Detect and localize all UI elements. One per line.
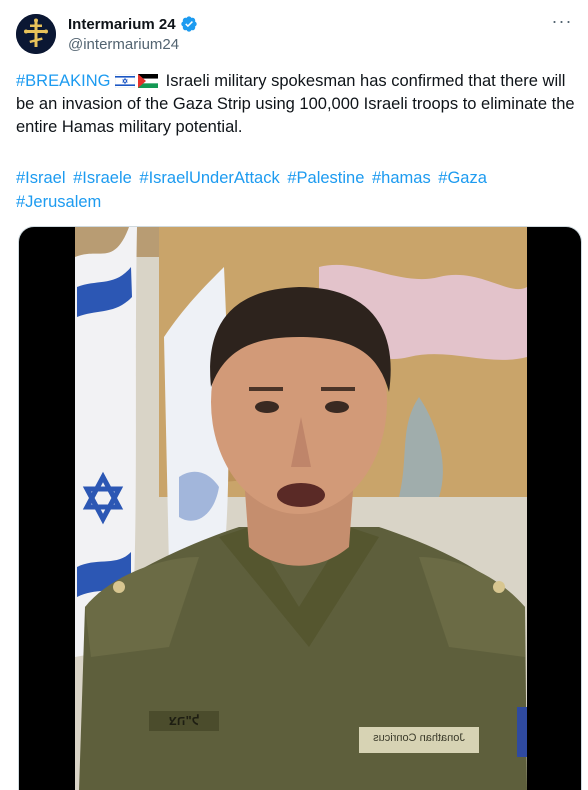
hashtag-link[interactable]: #Gaza xyxy=(438,169,487,187)
palestine-flag-icon xyxy=(138,74,159,88)
hashtag-link[interactable]: #hamas xyxy=(372,169,431,187)
hashtag-link[interactable]: #Palestine xyxy=(287,169,364,187)
hashtag-link[interactable]: #Jerusalem xyxy=(16,193,101,211)
chest-tag-text: צה"ל xyxy=(168,713,200,728)
tweet-text: #BREAKING Israeli military spokesman has… xyxy=(16,70,576,139)
author-handle[interactable]: @intermarium24 xyxy=(68,36,179,53)
hashtag-list: #Israel #Israele #IsraelUnderAttack #Pal… xyxy=(16,166,576,214)
breaking-hashtag[interactable]: #BREAKING xyxy=(16,72,110,90)
tweet-card[interactable]: Intermarium 24 @intermarium24 ··· #BREAK… xyxy=(0,0,588,790)
orthodox-cross-icon xyxy=(16,14,56,54)
hashtag-link[interactable]: #IsraelUnderAttack xyxy=(139,169,279,187)
verified-badge-icon xyxy=(180,16,197,32)
author-name-row[interactable]: Intermarium 24 xyxy=(68,14,198,34)
hashtag-link[interactable]: #Israele xyxy=(73,169,132,187)
video-frame xyxy=(75,227,527,790)
author-display-name[interactable]: Intermarium 24 xyxy=(68,16,176,33)
video-player[interactable]: Jonathan Conricus צה"ל xyxy=(18,226,582,790)
israel-flag-icon xyxy=(115,74,136,88)
more-options-icon[interactable]: ··· xyxy=(548,12,576,34)
nametag-text: Jonathan Conricus xyxy=(373,732,465,744)
hashtag-link[interactable]: #Israel xyxy=(16,169,66,187)
author-avatar[interactable] xyxy=(16,14,56,54)
